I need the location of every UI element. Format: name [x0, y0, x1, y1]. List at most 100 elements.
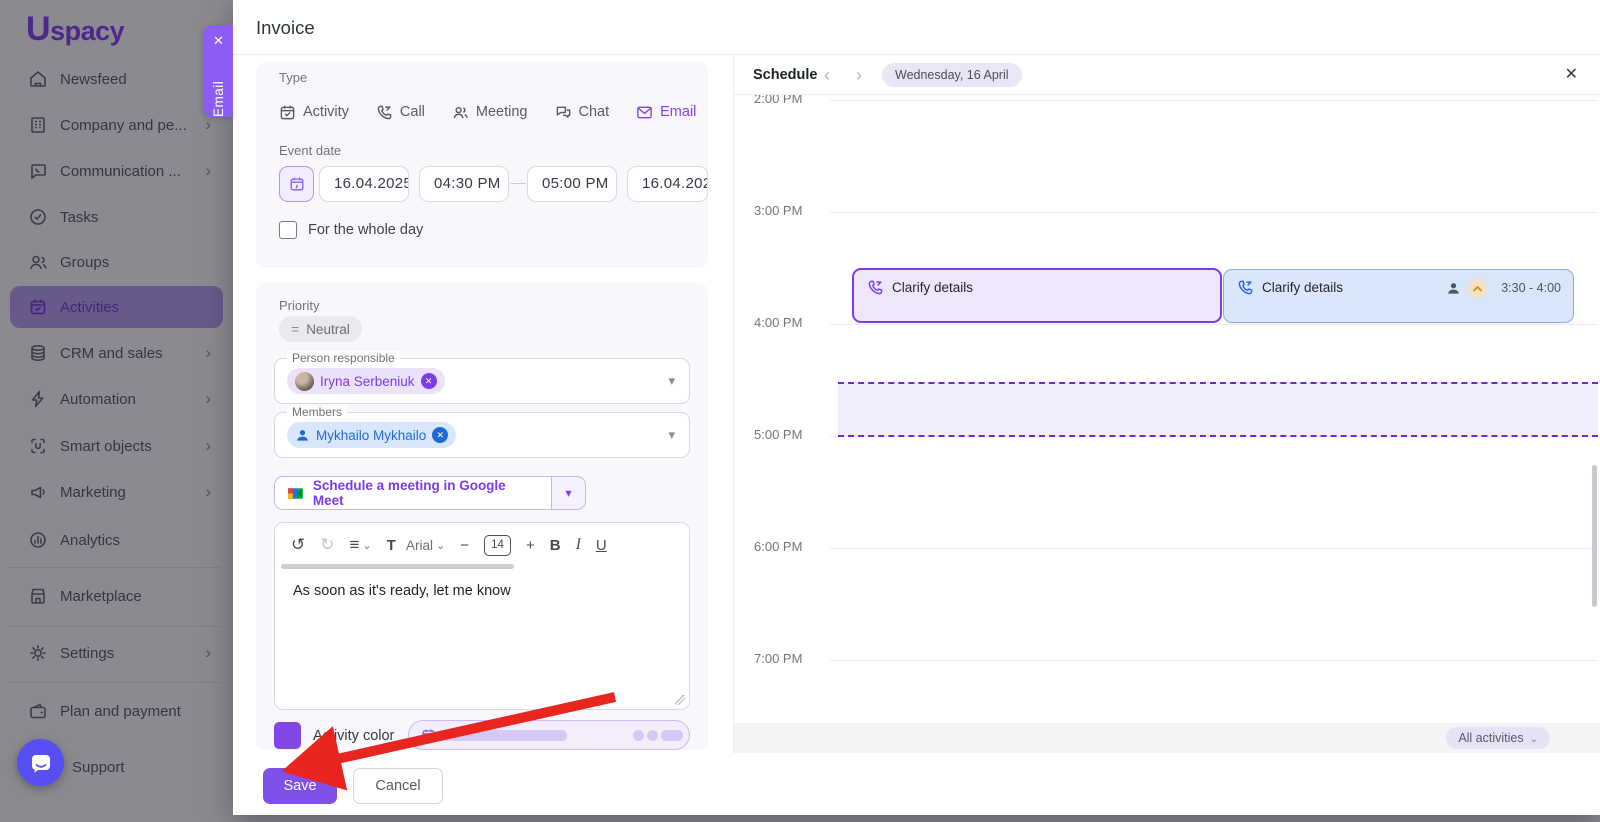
- time-label: 6:00 PM: [754, 539, 824, 554]
- skeleton-bar: [661, 730, 683, 741]
- event-clarify-details-draft[interactable]: Clarify details: [852, 268, 1222, 323]
- remove-icon[interactable]: ✕: [432, 427, 448, 443]
- whole-day-checkbox[interactable]: [279, 221, 297, 239]
- align-icon: ≡: [350, 535, 360, 555]
- font-size-value[interactable]: 14: [484, 535, 511, 556]
- time-label: 7:00 PM: [754, 651, 824, 666]
- page-title: Invoice: [256, 0, 315, 55]
- remove-icon[interactable]: ✕: [421, 373, 437, 389]
- email-side-tab[interactable]: ✕ Email: [204, 25, 233, 117]
- schedule-header: Schedule ‹ › Wednesday, 16 April ✕: [734, 55, 1600, 95]
- screen: Uspacy Newsfeed Company and pe... › Comm…: [0, 0, 1600, 822]
- gridline: [830, 324, 1598, 325]
- start-date-field[interactable]: 16.04.2025: [319, 166, 409, 202]
- gridline: [830, 212, 1598, 213]
- activity-modal: ✕ Email Invoice Type Activity Call Meeti…: [233, 0, 1600, 815]
- person-icon: [1446, 281, 1461, 296]
- person-icon: [295, 428, 310, 443]
- calendar-icon: [421, 728, 436, 743]
- schedule-meet-button[interactable]: Schedule a meeting in Google Meet: [274, 476, 552, 510]
- save-button[interactable]: Save: [263, 768, 337, 804]
- underline-button[interactable]: U: [596, 537, 607, 554]
- support-chat-launcher[interactable]: [17, 739, 64, 786]
- person-chip[interactable]: Iryna Serbeniuk ✕: [287, 368, 445, 394]
- schedule-footer: All activities⌄: [734, 723, 1600, 753]
- end-time-field[interactable]: 05:00 PM: [527, 166, 617, 202]
- redo-icon[interactable]: ↻: [320, 535, 334, 555]
- avatar: [295, 372, 314, 391]
- whole-day-label: For the whole day: [308, 222, 423, 238]
- next-day-button[interactable]: ›: [856, 55, 862, 95]
- type-option-email[interactable]: Email: [636, 104, 696, 121]
- rich-text-editor[interactable]: ↺ ↻ ≡⌄ T Arial⌄ − 14 + B I U As soon as …: [274, 522, 690, 710]
- type-option-chat[interactable]: Chat: [555, 104, 610, 121]
- font-size-increase[interactable]: +: [526, 537, 535, 554]
- event-time: 3:30 - 4:00: [1501, 281, 1561, 295]
- google-meet-icon: [287, 485, 304, 502]
- font-size-decrease[interactable]: −: [460, 537, 469, 554]
- member-chip[interactable]: Mykhailo Mykhailo ✕: [287, 422, 456, 448]
- calendar-icon: [289, 176, 305, 192]
- gridline: [830, 100, 1598, 101]
- gridline: [830, 660, 1598, 661]
- undo-icon[interactable]: ↺: [291, 535, 305, 555]
- prev-day-button[interactable]: ‹: [824, 55, 830, 95]
- equals-icon: =: [291, 321, 299, 337]
- priority-chip[interactable]: = Neutral: [279, 316, 362, 342]
- people-icon: [452, 104, 469, 121]
- email-tab-label: Email: [211, 49, 226, 117]
- type-option-call[interactable]: Call: [376, 104, 425, 121]
- chevron-down-icon: ⌄: [362, 539, 371, 552]
- skeleton-dot: [633, 730, 644, 741]
- toolbar-scrollbar[interactable]: [281, 564, 514, 569]
- chevron-down-icon[interactable]: ▾: [668, 427, 675, 443]
- italic-button[interactable]: I: [576, 536, 581, 554]
- time-label: 4:00 PM: [754, 315, 824, 330]
- schedule-scrollbar[interactable]: [1592, 465, 1597, 607]
- outgoing-call-icon: [1237, 279, 1254, 296]
- members-field[interactable]: Members Mykhailo Mykhailo ✕ ▾: [274, 412, 690, 458]
- chevron-up-icon: [1472, 283, 1483, 294]
- activity-color-swatch[interactable]: [274, 722, 301, 749]
- align-menu[interactable]: ≡⌄: [350, 535, 372, 555]
- person-responsible-field[interactable]: Person responsible Iryna Serbeniuk ✕ ▾: [274, 358, 690, 404]
- time-label: 5:00 PM: [754, 427, 824, 442]
- type-option-meeting[interactable]: Meeting: [452, 104, 528, 121]
- schedule-date-pill[interactable]: Wednesday, 16 April: [882, 63, 1022, 87]
- close-icon[interactable]: ✕: [213, 33, 224, 49]
- activities-filter-dropdown[interactable]: All activities⌄: [1446, 727, 1550, 749]
- start-time-field[interactable]: 04:30 PM: [419, 166, 509, 202]
- activity-color-preview[interactable]: [408, 720, 690, 750]
- mail-icon: [636, 104, 653, 121]
- outgoing-call-icon: [867, 279, 884, 296]
- chat-icon: [555, 104, 572, 121]
- bold-button[interactable]: B: [550, 537, 561, 554]
- cancel-button[interactable]: Cancel: [353, 768, 443, 804]
- resize-handle[interactable]: [675, 695, 685, 705]
- time-label: 3:00 PM: [754, 203, 824, 218]
- editor-toolbar: ↺ ↻ ≡⌄ T Arial⌄ − 14 + B I U: [291, 532, 681, 558]
- font-menu[interactable]: T Arial⌄: [387, 537, 446, 554]
- chevron-down-icon[interactable]: ▾: [668, 373, 675, 389]
- close-icon[interactable]: ✕: [1565, 55, 1578, 95]
- selected-time-slot[interactable]: [838, 382, 1598, 437]
- members-label: Members: [287, 405, 347, 419]
- editor-content[interactable]: As soon as it's ready, let me know: [293, 583, 511, 599]
- priority-label: Priority: [279, 298, 319, 313]
- skeleton-bar: [442, 730, 567, 741]
- calendar-icon: [279, 104, 296, 121]
- end-date-field[interactable]: 16.04.2025: [627, 166, 708, 202]
- event-clarify-details[interactable]: Clarify details 3:30 - 4:00: [1223, 269, 1574, 323]
- date-range-connector: [511, 183, 526, 184]
- skeleton-dot: [647, 730, 658, 741]
- whole-day-row: For the whole day: [279, 221, 423, 239]
- calendar-picker-button[interactable]: [279, 166, 314, 202]
- schedule-title: Schedule: [753, 55, 817, 95]
- type-option-activity[interactable]: Activity: [279, 104, 349, 121]
- meet-options-dropdown[interactable]: ▾: [552, 476, 586, 510]
- phone-icon: [376, 104, 393, 121]
- event-date-label: Event date: [279, 143, 341, 158]
- gridline: [830, 548, 1598, 549]
- chat-bubble-icon: [29, 751, 53, 775]
- modal-header: Invoice: [233, 0, 1600, 55]
